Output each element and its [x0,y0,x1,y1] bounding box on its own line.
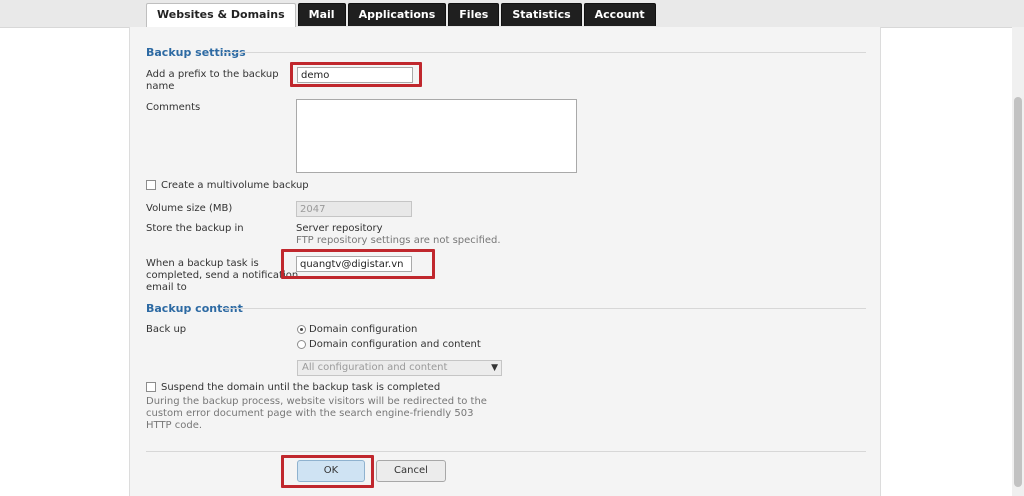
volume-size-label: Volume size (MB) [146,203,233,214]
page-scrollbar[interactable] [1012,27,1024,496]
radio-domain-config-content[interactable] [297,340,306,349]
store-value: Server repository [296,223,383,234]
top-tab-bar: Websites & Domains Mail Applications Fil… [0,0,1024,28]
highlight-box-email [281,249,435,279]
tab-account[interactable]: Account [583,3,656,26]
prefix-label-line2: name [146,81,175,92]
buttons-divider [146,451,866,452]
notify-label-line3: email to [146,282,187,293]
volume-size-input[interactable] [296,201,412,217]
main-tabs: Websites & Domains Mail Applications Fil… [146,3,656,27]
content-type-select[interactable]: All configuration and content ▼ [297,360,502,376]
notify-label-line2: completed, send a notification [146,270,299,281]
backup-type-label: Back up [146,324,187,335]
tab-applications[interactable]: Applications [347,3,447,26]
radio-domain-config-content-label: Domain configuration and content [309,339,481,350]
cancel-button[interactable]: Cancel [376,460,446,482]
tab-websites-domains[interactable]: Websites & Domains [146,3,296,27]
suspend-hint-line2: custom error document page with the sear… [146,408,474,419]
tab-files[interactable]: Files [448,3,500,26]
store-label: Store the backup in [146,223,244,234]
radio-domain-configuration-label: Domain configuration [309,324,418,335]
suspend-domain-label: Suspend the domain until the backup task… [161,382,441,393]
section-divider [222,308,866,309]
suspend-hint-line3: HTTP code. [146,420,203,431]
dropdown-arrow-icon: ▼ [491,363,498,373]
comments-textarea[interactable] [296,99,577,173]
content-type-select-value: All configuration and content [302,362,448,373]
prefix-label-line1: Add a prefix to the backup [146,69,279,80]
highlight-box-prefix [290,62,422,87]
scrollbar-thumb[interactable] [1014,97,1022,487]
tab-mail[interactable]: Mail [297,3,346,26]
backup-form-panel: Backup settings Add a prefix to the back… [129,27,881,496]
store-hint: FTP repository settings are not specifie… [296,235,501,246]
section-divider [222,52,866,53]
suspend-hint-line1: During the backup process, website visit… [146,396,487,407]
highlight-box-ok [281,455,374,488]
comments-label: Comments [146,102,201,113]
tab-statistics[interactable]: Statistics [501,3,582,26]
suspend-domain-checkbox[interactable] [146,382,156,392]
notify-label-line1: When a backup task is [146,258,259,269]
radio-domain-configuration[interactable] [297,325,306,334]
multivolume-checkbox[interactable] [146,180,156,190]
multivolume-label: Create a multivolume backup [161,180,309,191]
